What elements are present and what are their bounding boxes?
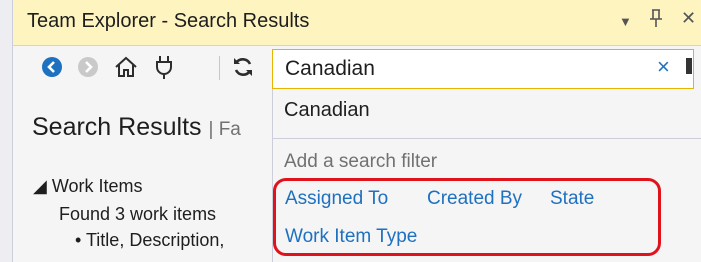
work-items-section-header[interactable]: ◢ Work Items [33, 176, 143, 197]
page-title-suffix: | Fa [208, 119, 241, 140]
window-menu-dropdown-icon[interactable]: ▼ [619, 14, 632, 29]
refresh-icon[interactable] [230, 54, 256, 80]
window-title: Team Explorer - Search Results [27, 10, 310, 32]
work-items-criteria-bullet: • Title, Description, [75, 230, 225, 250]
page-title: Search Results | Fa [32, 113, 241, 142]
search-suggestion-item[interactable]: Canadian [284, 99, 370, 122]
search-input[interactable] [285, 54, 645, 84]
search-filter-label: Add a search filter [284, 151, 438, 172]
home-icon[interactable] [113, 54, 139, 80]
left-window-edge [0, 0, 13, 262]
search-box[interactable]: × [272, 49, 694, 89]
connect-icon[interactable] [151, 54, 177, 80]
work-items-count-text: Found 3 work items [59, 204, 217, 224]
team-explorer-panel: Team Explorer - Search Results ▼ ✕ × Sea… [13, 0, 701, 262]
forward-icon[interactable] [75, 54, 101, 80]
toolbar-separator [219, 56, 220, 80]
filters-highlight-annotation [273, 178, 661, 256]
close-icon[interactable]: ✕ [681, 8, 696, 29]
title-bar: Team Explorer - Search Results ▼ ✕ [13, 0, 701, 46]
page-title-text: Search Results [32, 113, 202, 141]
pin-icon[interactable] [649, 8, 663, 33]
back-icon[interactable] [39, 54, 65, 80]
clear-search-icon[interactable]: × [657, 54, 670, 80]
scroll-edge-marker [686, 58, 692, 74]
dropdown-divider [273, 138, 701, 139]
